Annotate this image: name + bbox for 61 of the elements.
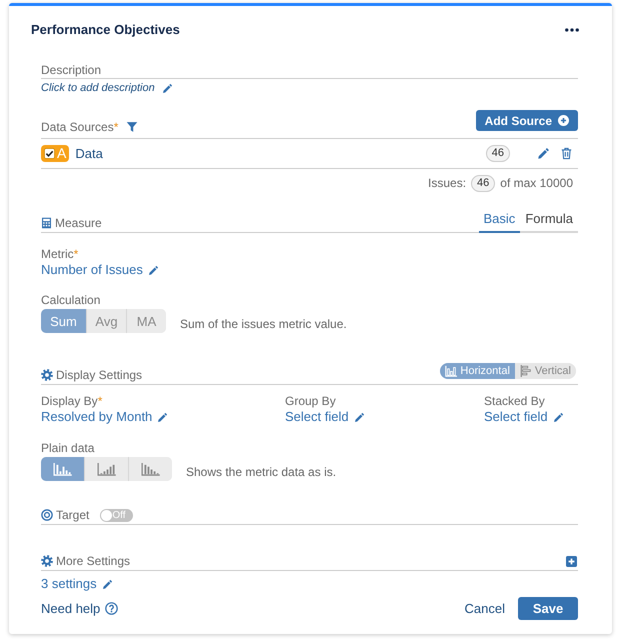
measure-heading: Measure xyxy=(55,215,102,231)
mode-tab[interactable]: Formula xyxy=(520,210,578,233)
plus-circle-icon xyxy=(558,115,569,126)
calculator-icon xyxy=(41,217,52,229)
delete-icon[interactable] xyxy=(561,147,572,160)
panel-title: Performance Objectives xyxy=(31,21,180,39)
sort-option-button[interactable] xyxy=(41,457,84,481)
edit-icon[interactable] xyxy=(162,82,173,94)
settings-icon xyxy=(41,555,53,567)
select-field-link[interactable]: Select field xyxy=(285,409,349,425)
edit-icon[interactable] xyxy=(157,412,168,422)
bar-chart-icon xyxy=(520,365,532,377)
save-button[interactable]: Save xyxy=(518,597,578,620)
checkbox[interactable] xyxy=(44,148,55,159)
edit-icon[interactable] xyxy=(102,578,113,590)
source-letter: A xyxy=(57,145,66,162)
issues-max: of max 10000 xyxy=(500,175,573,192)
issues-label: Issues: xyxy=(428,175,466,192)
cancel-button[interactable]: Cancel xyxy=(464,601,505,616)
issue-count: 46 xyxy=(486,145,510,162)
ascending-bars-icon xyxy=(97,462,116,476)
settings-icon xyxy=(41,369,53,381)
source-name-link[interactable]: Data xyxy=(75,146,103,161)
sort-option-button[interactable] xyxy=(128,457,172,481)
metric-link[interactable]: Number of Issues xyxy=(41,262,143,278)
display-settings-heading: Display Settings xyxy=(56,367,142,383)
plain-data-label: Plain data xyxy=(41,440,94,456)
more-settings-heading: More Settings xyxy=(56,553,130,569)
data-sources-label: Data Sources* xyxy=(41,119,118,135)
column-chart-icon xyxy=(53,462,72,476)
metric-label: Metric* xyxy=(41,246,78,262)
more-icon[interactable] xyxy=(565,28,579,32)
edit-icon[interactable] xyxy=(148,264,159,276)
help-icon xyxy=(105,602,118,615)
add-description-link[interactable]: Click to add description xyxy=(41,80,155,96)
plain-data-hint: Shows the metric data as is. xyxy=(186,464,336,481)
target-icon xyxy=(41,509,53,521)
edit-icon[interactable] xyxy=(537,147,550,160)
calculation-label: Calculation xyxy=(41,292,100,308)
filter-icon[interactable] xyxy=(126,121,138,133)
column-chart-icon xyxy=(445,365,458,377)
calculation-option[interactable]: MA xyxy=(126,309,166,333)
descending-bars-icon xyxy=(141,462,160,476)
field-label: Display By* xyxy=(41,393,102,409)
add-source-button[interactable]: Add Source xyxy=(476,110,578,131)
edit-icon[interactable] xyxy=(354,412,365,422)
settings-link[interactable]: 3 settings xyxy=(41,576,97,592)
field-label: Stacked By xyxy=(484,393,545,409)
calculation-option[interactable]: Sum xyxy=(41,309,86,333)
calculation-hint: Sum of the issues metric value. xyxy=(180,316,347,333)
orientation-option[interactable]: Horizontal xyxy=(440,363,515,379)
expand-icon[interactable] xyxy=(566,556,577,567)
help-link[interactable]: Need help xyxy=(41,601,118,616)
description-label: Description xyxy=(41,62,102,78)
mode-tab[interactable]: Basic xyxy=(478,210,520,233)
issues-count: 46 xyxy=(471,174,496,192)
select-field-link[interactable]: Resolved by Month xyxy=(41,409,152,425)
select-field-link[interactable]: Select field xyxy=(484,409,548,425)
field-label: Group By xyxy=(285,393,336,409)
edit-icon[interactable] xyxy=(552,412,564,422)
target-heading: Target xyxy=(56,507,90,523)
